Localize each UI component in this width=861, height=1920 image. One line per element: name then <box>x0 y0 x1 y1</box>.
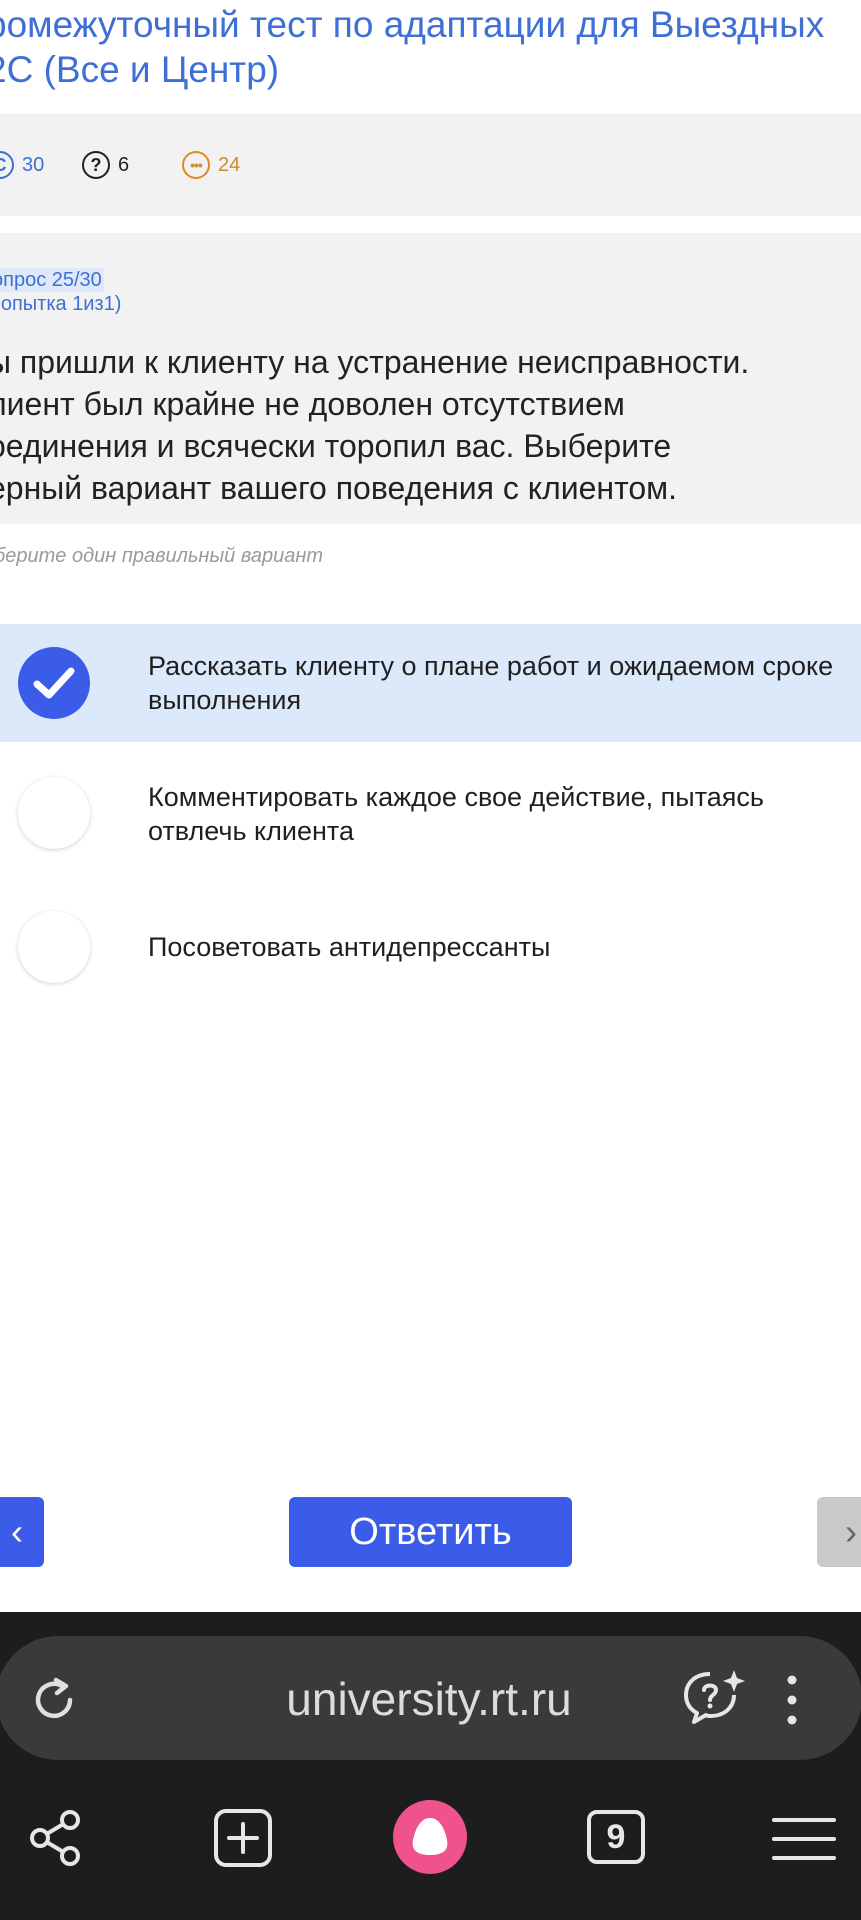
answer-option-label: Комментировать каждое свое действие, пыт… <box>148 782 764 846</box>
more-vertical-icon[interactable] <box>782 1672 802 1728</box>
question-number: опрос 25/30 <box>0 268 104 292</box>
stat-remaining[interactable]: ••• 24 <box>182 149 240 181</box>
test-title: ромежуточный тест по адаптации для Выезд… <box>0 4 825 90</box>
question-card: опрос 25/30 попытка 1из1) ы пришли к кли… <box>0 233 861 524</box>
question-attempt: попытка 1из1) <box>0 293 122 315</box>
voice-assistant-button[interactable] <box>393 1800 467 1874</box>
stat-total[interactable]: C 30 <box>0 149 44 181</box>
answer-option-label: Рассказать клиенту о плане работ и ожида… <box>148 651 834 715</box>
next-question-button[interactable]: › <box>817 1497 861 1567</box>
new-tab-icon[interactable] <box>212 1808 274 1868</box>
radio-unchecked[interactable] <box>18 911 90 983</box>
chevron-right-icon: › <box>845 1511 857 1552</box>
stat-unanswered[interactable]: ? 6 <box>82 149 129 181</box>
stat-total-value: 30 <box>22 153 45 176</box>
test-stats-bar: C 30 ? 6 ••• 24 <box>0 114 861 216</box>
address-bar[interactable]: university.rt.ru <box>0 1636 861 1760</box>
assistant-chat-icon[interactable] <box>680 1664 748 1730</box>
copyright-icon: C <box>0 151 14 179</box>
radio-checked[interactable] <box>18 647 90 719</box>
question-icon: ? <box>82 151 110 179</box>
question-text: ы пришли к клиенту на устранение неиспра… <box>0 344 750 506</box>
checkmark-icon <box>33 667 75 699</box>
share-icon[interactable] <box>26 1808 86 1868</box>
answer-option-label: Посоветовать антидепрессанты <box>148 932 551 962</box>
answer-hint: берите один правильный вариант <box>0 545 323 567</box>
assistant-logo-icon <box>412 1818 448 1855</box>
stat-remaining-value: 24 <box>218 153 241 176</box>
radio-unchecked[interactable] <box>18 777 90 849</box>
chevron-left-icon: ‹ <box>11 1511 23 1552</box>
menu-icon[interactable] <box>772 1816 836 1862</box>
answer-option-1[interactable]: Рассказать клиенту о плане работ и ожида… <box>0 624 861 742</box>
answer-option-2[interactable]: Комментировать каждое свое действие, пыт… <box>0 758 861 876</box>
tabs-count-button[interactable]: 9 <box>587 1810 645 1864</box>
stat-unanswered-value: 6 <box>118 153 130 176</box>
more-dots-icon: ••• <box>182 151 210 179</box>
answer-option-3[interactable]: Посоветовать антидепрессанты <box>0 892 861 1010</box>
submit-answer-button[interactable]: Ответить <box>289 1497 572 1567</box>
prev-question-button[interactable]: ‹ <box>0 1497 44 1567</box>
